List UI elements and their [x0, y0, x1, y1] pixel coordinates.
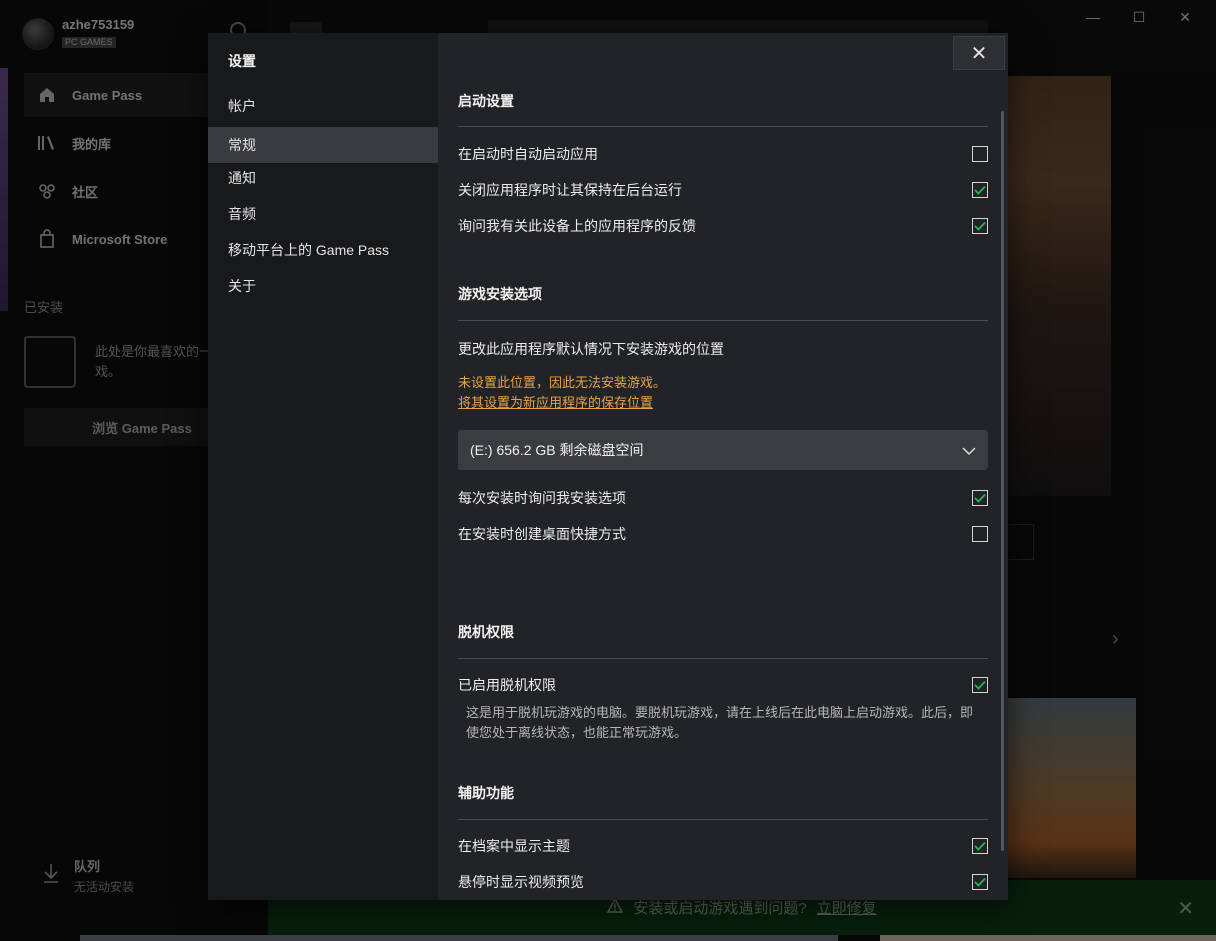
option-label: 在档案中显示主题	[458, 838, 570, 854]
checkbox[interactable]	[972, 677, 988, 693]
drive-select[interactable]: (E:) 656.2 GB 剩余磁盘空间	[458, 430, 988, 470]
option-label: 每次安装时询问我安装选项	[458, 490, 626, 506]
option-ask-install-options[interactable]: 每次安装时询问我安装选项	[458, 486, 988, 510]
option-desktop-shortcut[interactable]: 在安装时创建桌面快捷方式	[458, 522, 988, 546]
option-offline-permissions[interactable]: 已启用脱机权限	[458, 673, 988, 697]
option-label: 在安装时创建桌面快捷方式	[458, 526, 626, 542]
divider	[458, 819, 988, 820]
checkbox[interactable]	[972, 874, 988, 890]
install-section-title: 游戏安装选项	[458, 286, 542, 302]
settings-nav-notifications[interactable]: 通知	[208, 160, 438, 196]
settings-nav: 设置 帐户 常规 通知 音频 移动平台上的 Game Pass 关于	[208, 33, 438, 900]
accessibility-section-title: 辅助功能	[458, 785, 514, 801]
startup-section-title: 启动设置	[458, 93, 514, 109]
settings-content: 启动设置 在启动时自动启动应用 关闭应用程序时让其保持在后台运行 询问我有关此设…	[458, 33, 988, 900]
option-label: 已启用脱机权限	[458, 677, 556, 693]
install-location-label: 更改此应用程序默认情况下安装游戏的位置	[458, 341, 724, 357]
divider	[458, 658, 988, 659]
option-show-theme[interactable]: 在档案中显示主题	[458, 834, 988, 858]
checkbox[interactable]	[972, 526, 988, 542]
drive-select-value: (E:) 656.2 GB 剩余磁盘空间	[470, 442, 644, 458]
settings-nav-account[interactable]: 帐户	[208, 88, 438, 124]
offline-section-title: 脱机权限	[458, 624, 514, 640]
set-save-location-link[interactable]: 将其设置为新应用程序的保存位置	[458, 392, 653, 411]
divider	[458, 126, 988, 127]
settings-title: 设置	[228, 53, 256, 69]
divider	[458, 320, 988, 321]
checkbox[interactable]	[972, 490, 988, 506]
option-ask-feedback[interactable]: 询问我有关此设备上的应用程序的反馈	[458, 214, 988, 238]
checkbox[interactable]	[972, 838, 988, 854]
checkbox[interactable]	[972, 146, 988, 162]
option-video-preview[interactable]: 悬停时显示视频预览	[458, 870, 988, 894]
chevron-down-icon	[962, 442, 976, 458]
option-auto-start[interactable]: 在启动时自动启动应用	[458, 142, 988, 166]
settings-nav-mobile-game-pass[interactable]: 移动平台上的 Game Pass	[208, 232, 438, 268]
option-label: 询问我有关此设备上的应用程序的反馈	[458, 218, 696, 234]
option-label: 悬停时显示视频预览	[458, 874, 584, 890]
checkbox[interactable]	[972, 182, 988, 198]
option-label: 在启动时自动启动应用	[458, 146, 598, 162]
checkbox[interactable]	[972, 218, 988, 234]
option-label: 关闭应用程序时让其保持在后台运行	[458, 182, 682, 198]
settings-nav-general[interactable]: 常规	[208, 127, 438, 163]
offline-description: 这是用于脱机玩游戏的电脑。要脱机玩游戏，请在上线后在此电脑上启动游戏。此后，即使…	[466, 705, 974, 740]
settings-nav-about[interactable]: 关于	[208, 268, 438, 304]
settings-nav-audio[interactable]: 音频	[208, 196, 438, 232]
option-keep-background[interactable]: 关闭应用程序时让其保持在后台运行	[458, 178, 988, 202]
settings-dialog: 设置 帐户 常规 通知 音频 移动平台上的 Game Pass 关于 ✕ 启动设…	[208, 33, 1008, 900]
settings-scrollbar[interactable]	[1001, 111, 1004, 851]
install-location-warning: 未设置此位置，因此无法安装游戏。	[458, 375, 667, 390]
